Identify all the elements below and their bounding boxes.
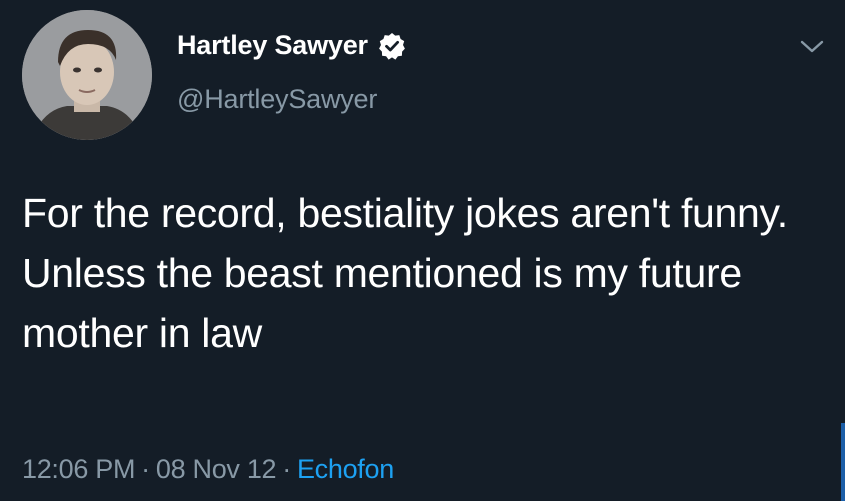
tweet-card: Hartley Sawyer @HartleySawyer For the re… bbox=[0, 0, 845, 501]
tweet-time[interactable]: 12:06 PM bbox=[22, 454, 135, 484]
tweet-date[interactable]: 08 Nov 12 bbox=[156, 454, 277, 484]
avatar[interactable] bbox=[22, 10, 152, 140]
edge-accent bbox=[841, 423, 845, 501]
chevron-down-icon[interactable] bbox=[797, 36, 827, 56]
tweet-text: For the record, bestiality jokes aren't … bbox=[22, 190, 788, 356]
tweet-source-link[interactable]: Echofon bbox=[297, 454, 394, 484]
meta-separator: · bbox=[141, 454, 150, 484]
meta-separator: · bbox=[282, 454, 291, 484]
author-handle[interactable]: @HartleySawyer bbox=[177, 84, 377, 115]
avatar-photo bbox=[22, 10, 152, 140]
verified-badge-icon bbox=[378, 32, 406, 60]
author-display-name[interactable]: Hartley Sawyer bbox=[177, 30, 368, 61]
author-name-row: Hartley Sawyer bbox=[177, 30, 406, 61]
tweet-meta: 12:06 PM · 08 Nov 12 · Echofon bbox=[22, 454, 394, 485]
